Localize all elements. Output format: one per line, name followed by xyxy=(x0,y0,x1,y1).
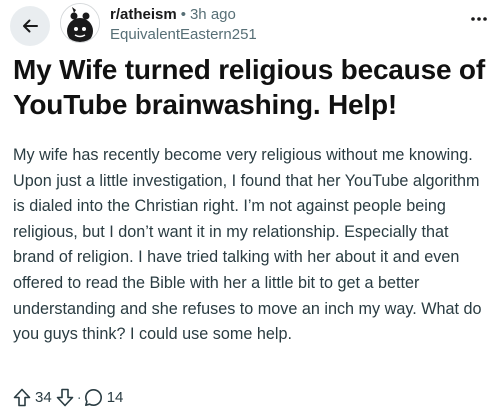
subreddit-avatar-icon xyxy=(61,4,99,42)
back-button[interactable] xyxy=(10,6,50,46)
post-meta: r/atheism • 3h ago EquivalentEastern251 xyxy=(110,6,257,44)
post-time: 3h ago xyxy=(189,6,236,23)
author-username[interactable]: EquivalentEastern251 xyxy=(110,26,257,44)
more-options-button[interactable] xyxy=(470,12,488,24)
downvote-button[interactable] xyxy=(56,388,74,407)
subreddit-avatar[interactable] xyxy=(60,3,100,43)
comment-count: 14 xyxy=(106,388,124,406)
upvote-button[interactable] xyxy=(13,388,31,407)
subreddit-name[interactable]: r/atheism xyxy=(110,6,177,23)
downvote-arrow-icon xyxy=(56,388,73,406)
post-body: My wife has recently become very religio… xyxy=(13,146,482,344)
post-actions: 34 · 14 xyxy=(13,386,127,408)
back-arrow-icon xyxy=(23,19,38,33)
post-title[interactable]: My Wife turned religious because of YouT… xyxy=(13,52,493,122)
vote-count: 34 xyxy=(35,388,52,406)
more-options-icon xyxy=(471,17,487,21)
action-separator: · xyxy=(76,388,82,406)
upvote-arrow-icon xyxy=(13,388,31,406)
meta-separator: • xyxy=(180,6,186,23)
post-header: r/atheism • 3h ago EquivalentEastern251 xyxy=(0,0,500,46)
comment-bubble-icon xyxy=(84,388,102,406)
comments-button[interactable] xyxy=(84,388,103,407)
